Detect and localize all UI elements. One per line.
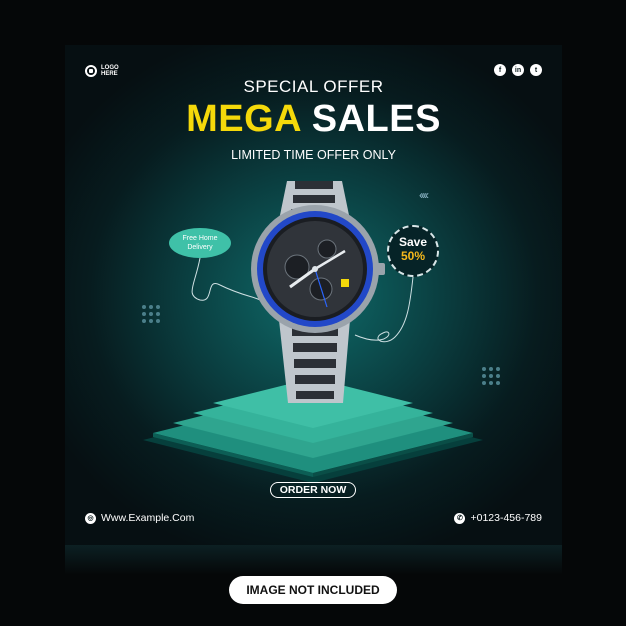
phone-text[interactable]: +0123-456-789	[470, 512, 542, 524]
delivery-connector	[191, 257, 261, 301]
order-now-button[interactable]: ORDER NOW	[270, 482, 356, 498]
watch-icon	[251, 181, 385, 403]
save-label: Save	[398, 235, 428, 249]
promo-post: LOGO HERE f in t SPECIAL OFFER MEGA SALE…	[65, 45, 562, 545]
image-not-included-badge: IMAGE NOT INCLUDED	[229, 576, 397, 604]
website-text[interactable]: Www.Example.Com	[101, 512, 194, 524]
globe-icon: ◎	[85, 512, 96, 524]
phone-info: ✆ +0123-456-789	[454, 512, 542, 524]
free-delivery-badge: Free Home Delivery	[169, 228, 231, 258]
product-scene	[143, 181, 483, 483]
save-value: 50%	[400, 249, 426, 263]
website-info: ◎ Www.Example.Com	[85, 512, 194, 524]
post-reflection	[65, 545, 562, 575]
phone-icon: ✆	[454, 512, 466, 524]
save-badge: Save 50%	[387, 225, 439, 277]
